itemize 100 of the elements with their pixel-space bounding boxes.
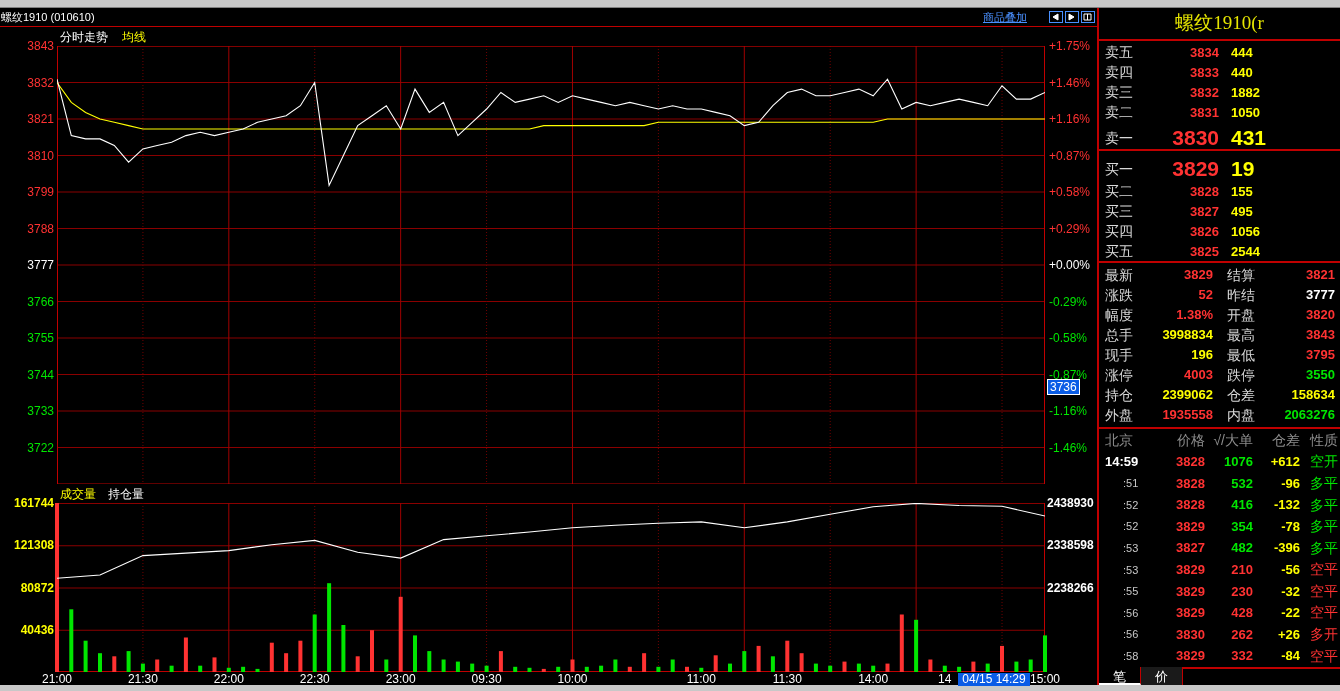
tick-volume: 354 [1230, 517, 1253, 536]
stat-label: 总手 [1105, 326, 1134, 346]
cursor-price-label: 3736 [1047, 379, 1080, 395]
axis-label: +1.16% [1049, 112, 1091, 126]
book-label: 买一 [1105, 159, 1134, 179]
stat-label: 涨停 [1105, 366, 1134, 386]
tick-nature: 多平 [1309, 495, 1338, 515]
column-header: 北京 [1105, 430, 1134, 450]
tick-volume: 482 [1230, 539, 1253, 558]
volume-bar [699, 667, 704, 672]
book-volume: 444 [1230, 44, 1254, 63]
volume-bar [813, 663, 818, 672]
axis-label: 3755 [26, 331, 54, 345]
tick-price: 3827 [1175, 539, 1205, 558]
axis-label: 3843 [26, 39, 54, 53]
tab[interactable]: 笔 [1099, 666, 1141, 685]
tab[interactable]: 价 [1141, 666, 1183, 685]
axis-label: 80872 [19, 580, 54, 595]
book-label: 卖四 [1105, 63, 1134, 83]
axis-label: 15:00 [1030, 673, 1060, 686]
book-volume: 495 [1230, 203, 1254, 222]
volume-bar [828, 665, 833, 672]
tick-price: 3829 [1175, 517, 1205, 536]
volume-bar [298, 640, 303, 672]
volume-bar [627, 666, 632, 672]
tick-nature: 多平 [1309, 538, 1338, 558]
tick-time: :52 [1122, 497, 1140, 513]
volume-bar [728, 663, 732, 672]
tick-volume: 332 [1230, 647, 1253, 666]
stat-value: 4003 [1183, 366, 1213, 385]
stat-value: 2399062 [1161, 386, 1213, 405]
volume-bar [570, 659, 575, 672]
axis-label: -1.46% [1049, 440, 1088, 455]
tick-price: 3829 [1175, 647, 1205, 666]
overlay-link[interactable]: 商品叠加 [983, 8, 1027, 26]
legend-label: 均线 [122, 29, 146, 46]
volume-bar [799, 653, 804, 672]
volume-bar [441, 659, 446, 672]
tick-change: -56 [1280, 561, 1300, 580]
tick-nature: 多开 [1309, 625, 1338, 645]
volume-bar [685, 666, 689, 672]
tick-time: :53 [1122, 540, 1140, 556]
volume-bar [670, 659, 675, 672]
axis-label: 11:30 [772, 673, 802, 686]
axis-label: 3832 [26, 75, 54, 90]
axis-label: 22:00 [213, 673, 244, 686]
book-label: 卖二 [1105, 103, 1134, 123]
axis-label: 121308 [12, 538, 54, 553]
stat-label: 昨结 [1227, 286, 1256, 306]
stat-label: 开盘 [1227, 306, 1256, 326]
book-price: 3832 [1189, 84, 1219, 103]
book-price: 3831 [1189, 104, 1219, 123]
axis-label: 2438930 [1047, 496, 1094, 510]
stat-label: 外盘 [1105, 406, 1134, 426]
volume-bar [642, 653, 647, 672]
stat-value: 196 [1190, 346, 1213, 365]
axis-label: -0.29% [1049, 294, 1088, 309]
stat-label: 幅度 [1105, 306, 1134, 326]
volume-bar [155, 659, 160, 672]
axis-label: 3799 [26, 185, 54, 199]
book-label: 卖五 [1105, 43, 1134, 63]
tick-time: :51 [1122, 476, 1140, 492]
volume-bar [556, 666, 561, 672]
volume-bar [98, 653, 102, 672]
stat-value: 3777 [1305, 286, 1335, 305]
volume-bar [985, 663, 990, 672]
tick-price: 3828 [1175, 496, 1205, 515]
tick-time: :58 [1122, 648, 1140, 664]
volume-bar [112, 656, 117, 672]
axis-label: 3788 [26, 221, 54, 236]
tick-nature: 空平 [1309, 560, 1338, 580]
stat-label: 内盘 [1227, 406, 1256, 426]
tick-change: -84 [1280, 647, 1300, 666]
book-volume: 440 [1230, 64, 1254, 83]
layout-icon[interactable] [1081, 11, 1095, 23]
axis-label: +0.87% [1049, 148, 1091, 163]
tick-time: :56 [1122, 605, 1140, 621]
volume-bar [584, 666, 589, 672]
legend-label: 成交量 [60, 486, 96, 503]
cursor-time-label: 04/15 14:29 [958, 673, 1030, 686]
axis-label: 3733 [26, 404, 54, 418]
volume-bar [83, 640, 88, 672]
book-label: 卖一 [1105, 128, 1134, 148]
volume-bar [785, 640, 790, 672]
legend-label: 分时走势 [60, 29, 108, 46]
stat-value: 52 [1197, 286, 1213, 305]
tick-time: :55 [1122, 584, 1140, 600]
volume-bar [484, 665, 489, 672]
quote-title: 螺纹1910(r [1175, 11, 1264, 36]
axis-label: +0.58% [1049, 185, 1091, 199]
volume-bar [312, 614, 317, 672]
axis-label: -1.16% [1049, 404, 1088, 418]
axis-label: +1.46% [1049, 75, 1091, 90]
axis-label: 3810 [26, 148, 54, 163]
volume-bar [69, 609, 74, 672]
axis-label: 3777 [26, 258, 54, 272]
volume-bar [885, 663, 890, 672]
axis-label: 3722 [26, 440, 54, 455]
tick-change: +26 [1276, 625, 1300, 644]
volume-bar [871, 665, 876, 672]
